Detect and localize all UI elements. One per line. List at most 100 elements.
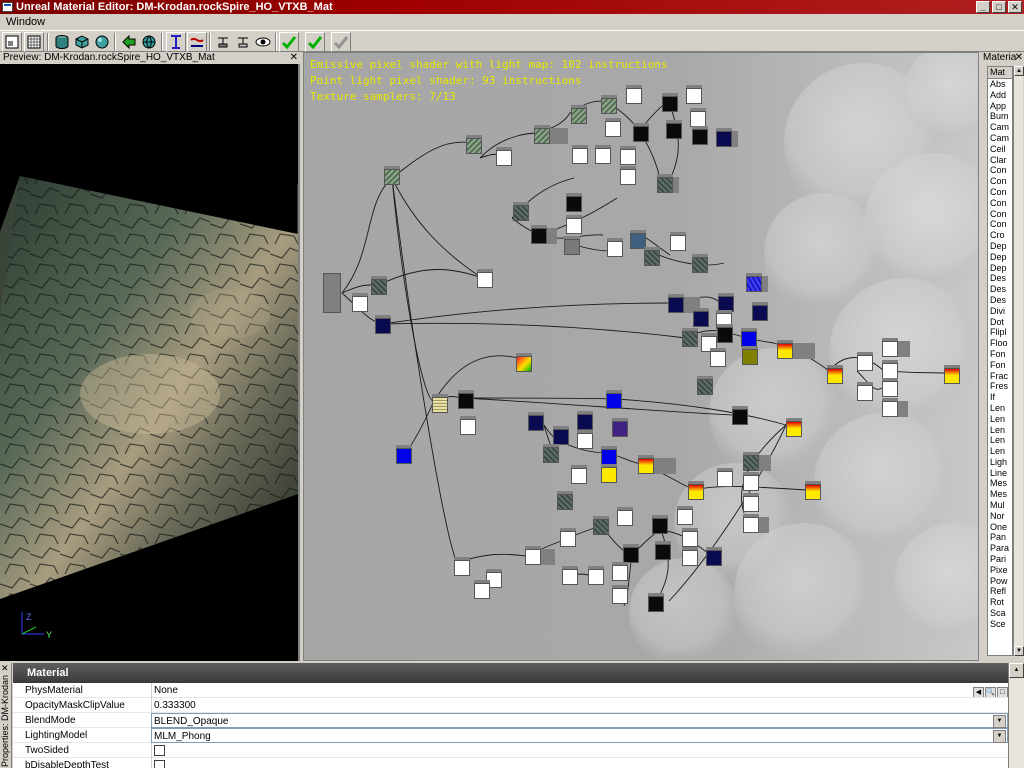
constant-node[interactable] <box>572 145 588 164</box>
texture-sample-node[interactable] <box>746 273 762 292</box>
texture-sample-node[interactable] <box>692 254 708 273</box>
constant-node[interactable] <box>474 580 490 599</box>
constant-node[interactable] <box>882 378 898 397</box>
texture-sample-node[interactable] <box>513 202 529 221</box>
texture-sample-node[interactable] <box>384 166 400 185</box>
constant-node[interactable] <box>857 382 873 401</box>
texture-sample-node[interactable] <box>593 516 609 535</box>
material-expression-item[interactable]: Cam <box>988 133 1012 144</box>
material-expression-item[interactable]: One <box>988 522 1012 533</box>
material-expression-item[interactable]: Para <box>988 543 1012 554</box>
material-expression-item[interactable]: Flipl <box>988 327 1012 338</box>
multiply-node[interactable] <box>662 93 678 112</box>
material-root-node[interactable] <box>323 273 341 313</box>
constant-node[interactable] <box>352 293 368 312</box>
vector-node[interactable] <box>742 346 758 365</box>
toggle-node-preview-button[interactable] <box>213 32 233 52</box>
minimize-button[interactable]: _ <box>976 1 990 13</box>
refresh-preview-button[interactable] <box>139 32 159 52</box>
opacity-mask-clip-value-field[interactable]: 0.333300 <box>151 698 1008 713</box>
material-expression-item[interactable]: Dep <box>988 241 1012 252</box>
multiply-node[interactable] <box>652 515 668 534</box>
material-expression-item[interactable]: Pixe <box>988 565 1012 576</box>
material-expression-item[interactable]: Pari <box>988 554 1012 565</box>
grid-toggle-button[interactable] <box>24 32 44 52</box>
constant-node[interactable] <box>743 472 759 491</box>
constant-node[interactable] <box>710 348 726 367</box>
scroll-down-arrow-icon[interactable]: ▼ <box>1014 646 1024 656</box>
constant-node[interactable] <box>571 465 587 484</box>
constant-node[interactable] <box>686 85 702 104</box>
constant-node[interactable] <box>560 528 576 547</box>
constant-node[interactable] <box>577 430 593 449</box>
constant-node[interactable] <box>564 236 580 255</box>
material-expression-item[interactable]: Mes <box>988 478 1012 489</box>
constant-node[interactable] <box>477 269 493 288</box>
material-expression-item[interactable]: Ceil <box>988 144 1012 155</box>
vector-node[interactable] <box>693 308 709 327</box>
use-selected-object-button[interactable] <box>119 32 139 52</box>
multiply-node[interactable] <box>623 544 639 563</box>
material-expression-item[interactable]: Clar <box>988 155 1012 166</box>
texture-sample-node[interactable] <box>743 452 759 471</box>
material-expression-item[interactable]: Dep <box>988 252 1012 263</box>
constant-node[interactable] <box>717 468 733 487</box>
preview-cylinder-button[interactable] <box>52 32 72 52</box>
multiply-node[interactable] <box>717 324 733 343</box>
material-expression-item[interactable]: Frac <box>988 371 1012 382</box>
material-expression-item[interactable]: Rot <box>988 597 1012 608</box>
texture-sample-node[interactable] <box>371 276 387 295</box>
constant-node[interactable] <box>562 566 578 585</box>
material-expression-item[interactable]: Len <box>988 435 1012 446</box>
texture-sample-node[interactable] <box>601 95 617 114</box>
apply-button[interactable] <box>279 32 299 52</box>
constant-node[interactable] <box>690 108 706 127</box>
material-expression-item[interactable]: Refl <box>988 586 1012 597</box>
material-expression-item[interactable]: Sca <box>988 608 1012 619</box>
color-node[interactable] <box>827 365 843 384</box>
vector-node[interactable] <box>601 464 617 483</box>
material-expression-item[interactable]: If <box>988 392 1012 403</box>
texture-sample-node[interactable] <box>543 444 559 463</box>
material-expression-item[interactable]: Fon <box>988 360 1012 371</box>
constant-node[interactable] <box>677 506 693 525</box>
multiply-node[interactable] <box>566 193 582 212</box>
material-expression-item[interactable]: Cro <box>988 230 1012 241</box>
material-expression-item[interactable]: Sce <box>988 619 1012 630</box>
material-expression-item[interactable]: Con <box>988 219 1012 230</box>
two-sided-checkbox[interactable] <box>154 745 165 756</box>
materials-scrollbar[interactable]: ▲ ▼ <box>1013 66 1024 656</box>
constant-node[interactable] <box>670 232 686 251</box>
constant-node[interactable] <box>857 352 873 371</box>
color-node[interactable] <box>786 418 802 437</box>
gradient-texture-node[interactable] <box>516 353 532 372</box>
material-expression-item[interactable]: Fon <box>988 349 1012 360</box>
material-expression-item[interactable]: Add <box>988 90 1012 101</box>
texture-sample-node[interactable] <box>697 376 713 395</box>
apply-all-button[interactable] <box>305 32 325 52</box>
material-expression-item[interactable]: Des <box>988 295 1012 306</box>
constant-node[interactable] <box>682 528 698 547</box>
constant-node[interactable] <box>882 398 898 417</box>
material-expression-item[interactable]: Len <box>988 446 1012 457</box>
constant-node[interactable] <box>626 85 642 104</box>
constant-node[interactable] <box>682 547 698 566</box>
vector-node[interactable] <box>601 446 617 465</box>
vector-node[interactable] <box>706 547 722 566</box>
constant-node[interactable] <box>566 215 582 234</box>
toggle-connectors-button[interactable] <box>166 32 186 52</box>
constant-node[interactable] <box>525 546 541 565</box>
blend-mode-select[interactable]: BLEND_Opaque <box>151 713 1008 728</box>
texture-sample-node[interactable] <box>571 105 587 124</box>
color-node[interactable] <box>638 455 654 474</box>
list-column-header[interactable]: Mat <box>988 67 1012 79</box>
constant-node[interactable] <box>620 166 636 185</box>
material-expression-item[interactable]: Nor <box>988 511 1012 522</box>
close-button[interactable]: ✕ <box>1008 1 1022 13</box>
material-expression-item[interactable]: Dep <box>988 263 1012 274</box>
constant-node[interactable] <box>882 360 898 379</box>
material-expression-item[interactable]: Len <box>988 425 1012 436</box>
material-expressions-list[interactable]: Mat Abs Add App Bum Cam Cam Ceil Clar Con Con Con C… <box>987 66 1013 656</box>
material-expression-item[interactable]: Fres <box>988 381 1012 392</box>
preview-close-button[interactable]: ✕ <box>290 52 298 64</box>
